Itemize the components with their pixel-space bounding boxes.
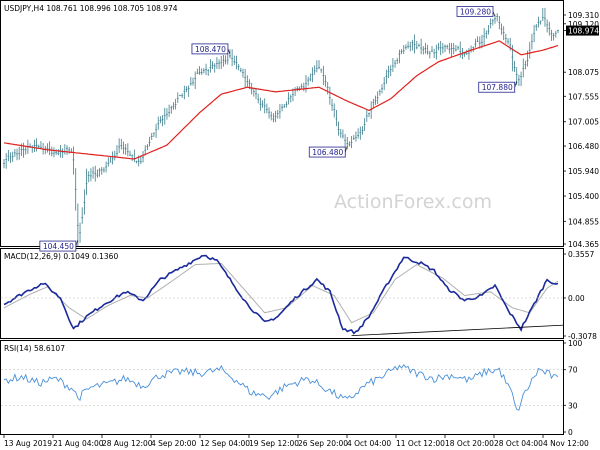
time-tick-label: 13 Aug 2019 [4, 439, 52, 448]
price-tick-label: 104.365 [568, 240, 599, 249]
time-tick-label: 4 Sep 20:00 [151, 439, 197, 448]
macd-layer [1, 254, 565, 337]
time-tick-label: 18 Oct 20:00 [445, 439, 494, 448]
chart-window: ActionForex.com USDJPY,H4 108.761 108.99… [0, 0, 600, 450]
price-tick-label: 107.555 [568, 92, 599, 101]
macd-tick-label: 0.3557 [568, 250, 594, 259]
rsi-tick-label: 100 [568, 339, 583, 348]
rsi-layer [1, 363, 563, 411]
macd-tick-label: 0.00 [568, 294, 585, 303]
rsi-pane-frame [0, 340, 564, 435]
price-axis: 109.310109.120108.974108.075107.555107.0… [563, 11, 599, 249]
chart-canvas[interactable]: ActionForex.com USDJPY,H4 108.761 108.99… [0, 0, 600, 450]
annotation-label: 109.280 [460, 7, 491, 16]
time-tick-label: 28 Aug 12:00 [102, 439, 153, 448]
rsi-line [3, 363, 559, 411]
time-tick-label: 12 Sep 04:00 [200, 439, 250, 448]
price-tick-label: 105.400 [568, 192, 599, 201]
time-tick-label: 19 Sep 12:00 [249, 439, 299, 448]
price-annotations: 108.470 109.280 106.480 107.880 104.450 [39, 5, 518, 252]
rsi-axis: 100 70 30 0 [563, 339, 583, 437]
annotation-label: 107.880 [482, 83, 513, 92]
rsi-tick-label: 0 [568, 428, 573, 437]
macd-axis: 0.35570.00-0.3078 [563, 250, 597, 341]
time-tick-label: 21 Aug 04:00 [53, 439, 104, 448]
moving-average-line [3, 40, 559, 160]
price-tick-label: 109.310 [568, 11, 599, 20]
rsi-tick-label: 30 [568, 401, 578, 410]
current-price-label: 108.974 [568, 27, 599, 36]
price-tick-label: 105.940 [568, 167, 599, 176]
main-header: USDJPY,H4 108.761 108.996 108.705 108.97… [4, 4, 178, 13]
macd-trendline [351, 324, 565, 337]
time-tick-label: 26 Sep 20:00 [298, 439, 348, 448]
time-axis: 13 Aug 2019 21 Aug 04:0028 Aug 12:004 Sep… [3, 435, 589, 448]
price-tick-label: 104.855 [568, 217, 599, 226]
time-tick-label: 4 Oct 04:00 [347, 439, 391, 448]
rsi-header: RSI(14) 58.6107 [4, 344, 65, 353]
time-tick-label: 28 Oct 04:00 [494, 439, 543, 448]
time-tick-label: 11 Oct 12:00 [396, 439, 445, 448]
annotation-label: 104.450 [43, 242, 74, 251]
annotation-label: 106.480 [312, 148, 343, 157]
price-tick-label: 107.005 [568, 118, 599, 127]
rsi-tick-label: 70 [568, 366, 578, 375]
annotation-label: 108.470 [195, 45, 226, 54]
time-tick-label: 4 Nov 12:00 [543, 439, 589, 448]
price-tick-label: 106.480 [568, 142, 599, 151]
watermark-text: ActionForex.com [334, 191, 492, 213]
price-tick-label: 108.075 [568, 68, 599, 77]
macd-header: MACD(12,26,9) 0.1049 0.1360 [4, 252, 118, 261]
